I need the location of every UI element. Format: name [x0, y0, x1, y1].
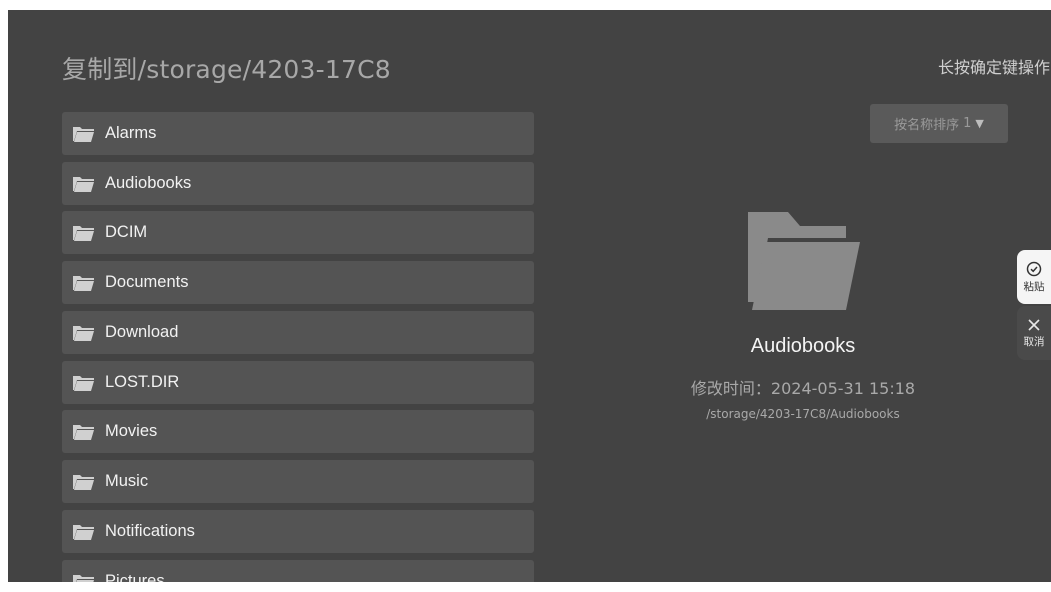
sort-dropdown[interactable]: 按名称排序 1 ▼ [870, 104, 1008, 143]
check-circle-icon [1026, 261, 1042, 276]
folder-label: LOST.DIR [105, 373, 180, 391]
folder-icon [73, 574, 94, 582]
folder-icon [73, 325, 94, 341]
selected-folder-modified-time: 修改时间：2024-05-31 15:18 [690, 379, 916, 398]
folder-label: DCIM [105, 223, 148, 241]
file-copy-screen: 复制到/storage/4203-17C8 长按确定键操作 Alarms Aud… [8, 10, 1051, 582]
cancel-button[interactable]: 取消 [1017, 306, 1051, 360]
folder-label: Download [105, 323, 179, 341]
cancel-label: 取消 [1023, 335, 1045, 348]
folder-icon [73, 524, 94, 540]
folder-item-notifications[interactable]: Notifications [62, 510, 534, 553]
close-icon [1028, 318, 1040, 331]
folder-item-lost-dir[interactable]: LOST.DIR [62, 361, 534, 404]
folder-label: Alarms [105, 124, 157, 142]
folder-icon [73, 225, 94, 241]
folder-label: Movies [105, 422, 158, 440]
folder-label: Music [105, 472, 149, 490]
folder-icon [73, 126, 94, 142]
page-title: 复制到/storage/4203-17C8 [62, 55, 391, 84]
sort-direction-indicator: 1 [963, 116, 972, 131]
folder-icon [73, 375, 94, 391]
folder-icon [73, 424, 94, 440]
folder-list[interactable]: Alarms Audiobooks DCIM Documents Downloa… [62, 112, 534, 582]
folder-icon [73, 474, 94, 490]
folder-item-audiobooks[interactable]: Audiobooks [62, 162, 534, 205]
folder-label: Audiobooks [105, 174, 192, 192]
paste-button[interactable]: 粘贴 [1017, 250, 1051, 304]
folder-item-documents[interactable]: Documents [62, 261, 534, 304]
large-folder-icon [748, 212, 860, 310]
folder-label: Documents [105, 273, 189, 291]
folder-label: Notifications [105, 522, 195, 540]
selected-folder-name: Audiobooks [750, 335, 856, 357]
long-press-hint: 长按确定键操作 [937, 58, 1050, 77]
folder-item-movies[interactable]: Movies [62, 410, 534, 453]
folder-item-download[interactable]: Download [62, 311, 534, 354]
caret-down-icon: ▼ [975, 117, 984, 130]
folder-icon [73, 275, 94, 291]
folder-label: Pictures [105, 572, 165, 582]
selected-folder-path: /storage/4203-17C8/Audiobooks [706, 407, 900, 421]
folder-item-alarms[interactable]: Alarms [62, 112, 534, 155]
folder-item-dcim[interactable]: DCIM [62, 211, 534, 254]
sort-label: 按名称排序 [894, 118, 960, 133]
folder-item-pictures[interactable]: Pictures [62, 560, 534, 582]
folder-icon [73, 176, 94, 192]
folder-item-music[interactable]: Music [62, 460, 534, 503]
paste-label: 粘贴 [1023, 280, 1045, 293]
